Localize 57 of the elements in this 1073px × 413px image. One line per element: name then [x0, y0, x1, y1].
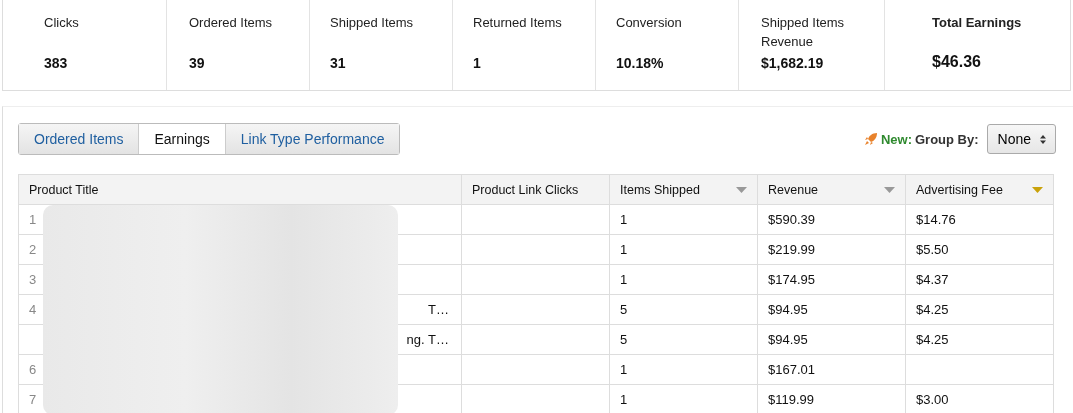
table-cell: T…: [428, 302, 449, 317]
table-cell: ng. T…: [406, 332, 449, 347]
stat-label: Shipped Items Revenue: [761, 14, 846, 51]
stat-label: Clicks: [44, 14, 79, 32]
row-number: 7: [29, 392, 37, 407]
tab[interactable]: Link Type Performance: [225, 124, 400, 154]
table-cell: $174.95: [768, 272, 815, 287]
table-cell: $5.50: [916, 242, 949, 257]
row-number: 6: [29, 362, 37, 377]
table-cell: $4.37: [916, 272, 949, 287]
table-cell: $167.01: [768, 362, 815, 377]
table-cell: $14.76: [916, 212, 956, 227]
row-number: 3: [29, 272, 37, 287]
stat-label: Conversion: [616, 14, 682, 32]
stat-label: Returned Items: [473, 14, 562, 32]
table-cell: 1: [620, 272, 628, 287]
table-cell: $4.25: [916, 302, 949, 317]
table-cell: $219.99: [768, 242, 815, 257]
table-cell: $3.00: [916, 392, 949, 407]
rocket-icon: [863, 132, 878, 146]
group-by-label: Group By:: [914, 131, 979, 147]
sort-arrow-icon[interactable]: [884, 186, 895, 193]
stat-value: 10.18%: [616, 55, 664, 71]
column-header[interactable]: Revenue: [757, 174, 906, 205]
row-number: 1: [29, 212, 37, 227]
sort-arrow-icon[interactable]: [1032, 186, 1043, 193]
stat-value: 31: [330, 55, 346, 71]
stat-label: Total Earnings: [932, 14, 1022, 32]
table-cell: $590.39: [768, 212, 815, 227]
column-header: Product Link Clicks: [461, 174, 610, 205]
table-cell: 1: [620, 212, 628, 227]
table-cell: 1: [620, 242, 628, 257]
column-header: Product Title: [18, 174, 462, 205]
table-cell: 5: [620, 302, 628, 317]
stat-value: 1: [473, 55, 481, 71]
tab[interactable]: Ordered Items: [19, 124, 140, 154]
table-cell: 1: [620, 392, 628, 407]
table-cell: 1: [620, 362, 628, 377]
stat-value: 383: [44, 55, 68, 71]
row-number: 2: [29, 242, 37, 257]
stat-value: $46.36: [932, 53, 981, 71]
stat-value: 39: [189, 55, 205, 71]
table-cell: $4.25: [916, 332, 949, 347]
table-cell: 5: [620, 332, 628, 347]
new-label: New:: [880, 131, 912, 147]
stat-value: $1,682.19: [761, 55, 824, 71]
column-header[interactable]: Items Shipped: [609, 174, 758, 205]
sort-arrow-icon[interactable]: [736, 186, 747, 193]
table-cell: $94.95: [768, 332, 808, 347]
table-cell: $119.99: [768, 392, 815, 407]
stat-label: Ordered Items: [189, 14, 273, 32]
table-cell: $94.95: [768, 302, 808, 317]
updown-icon: [1040, 134, 1046, 144]
group-by-select[interactable]: None: [986, 124, 1056, 154]
stat-label: Shipped Items: [330, 14, 414, 32]
row-number: 4: [29, 302, 37, 317]
column-header[interactable]: Advertising Fee: [905, 174, 1054, 205]
